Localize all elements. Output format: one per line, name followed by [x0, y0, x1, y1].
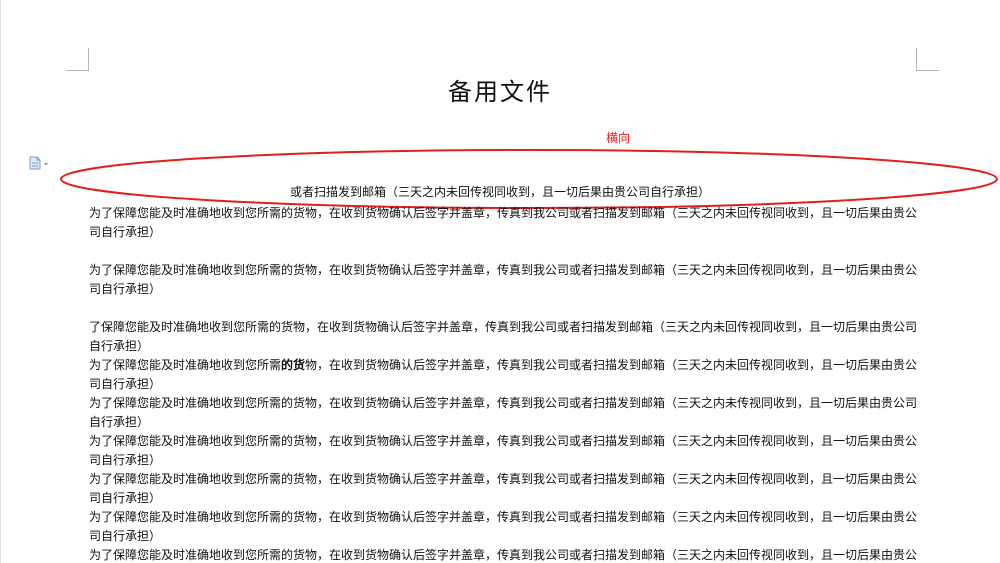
document-body: 为了保障您能及时准确地收到您所需的货物，在收到货物确认后签字并盖章，传真到我公司…	[89, 204, 919, 563]
body-paragraph: 为了保障您能及时准确地收到您所需的货物，在收到货物确认后签字并盖章，传真到我公司…	[89, 434, 918, 467]
body-paragraph: 为了保障您能及时准确地收到您所需的货物，在收到货物确认后签字并盖章，传真到我公司…	[89, 356, 919, 394]
body-paragraph: 为了保障您能及时准确地收到您所需的货物，在收到货物确认后签字并盖章，传真到我公司…	[89, 206, 918, 239]
crop-mark-top-right	[916, 48, 939, 71]
body-paragraph: 为了保障您能及时准确地收到您所需的货物，在收到货物确认后签字并盖章，传真到我公司…	[89, 510, 918, 543]
document-page: 备用文件 横向 或者扫描发到邮箱（三天之内未回传视同收到，且一切后果由贵公司自行…	[0, 0, 1000, 563]
body-paragraph: 了保障您能及时准确地收到您所需的货物，在收到货物确认后签字并盖章，传真到我公司或…	[89, 320, 918, 353]
paragraph-bold-text: 的货	[281, 358, 306, 372]
body-paragraph: 为了保障您能及时准确地收到您所需的货物，在收到货物确认后签字并盖章，传真到我公司…	[89, 396, 918, 429]
paragraph-text-start: 为了保障您能及时准确地收到您所需	[89, 358, 282, 372]
document-comment-icon[interactable]	[28, 156, 50, 170]
annotation-label: 横向	[606, 131, 631, 145]
document-title: 备用文件	[448, 78, 552, 106]
empty-line	[89, 242, 919, 261]
body-paragraph: 为了保障您能及时准确地收到您所需的货物，在收到货物确认后签字并盖章，传真到我公司…	[89, 263, 918, 296]
body-paragraph: 为了保障您能及时准确地收到您所需的货物，在收到货物确认后签字并盖章，传真到我公司…	[89, 472, 918, 505]
annotation-ellipse	[60, 149, 998, 209]
centered-text-line: 或者扫描发到邮箱（三天之内未回传视同收到，且一切后果由贵公司自行承担）	[289, 185, 710, 199]
crop-mark-top-left	[66, 48, 89, 71]
body-paragraph: 为了保障您能及时准确地收到您所需的货物，在收到货物确认后签字并盖章，传真到我公司…	[89, 548, 918, 562]
empty-line	[89, 299, 919, 318]
